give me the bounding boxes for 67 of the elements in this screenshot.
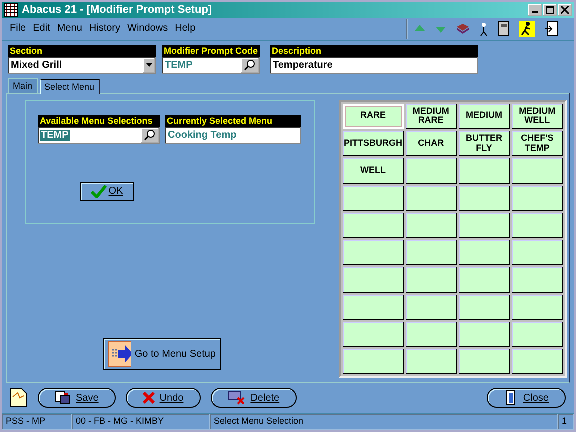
action-button[interactable]: Undo: [126, 388, 201, 408]
field-label: Currently Selected Menu: [165, 114, 301, 127]
exit-door-icon[interactable]: [544, 20, 560, 37]
menu-item[interactable]: Menu: [57, 23, 82, 34]
menu-item[interactable]: Edit: [33, 23, 50, 34]
abacus-icon: [4, 2, 18, 17]
window-close-button[interactable]: [558, 4, 572, 16]
menu-item-button[interactable]: BUTTER FLY: [458, 131, 510, 156]
delete-icon: [228, 391, 246, 406]
menu-item-button[interactable]: CHEF'S TEMP: [512, 131, 563, 156]
menu-item-button[interactable]: PITTSBURGH: [343, 131, 404, 156]
field-label: Available Menu Selections: [38, 114, 160, 127]
door-icon: [504, 390, 518, 406]
action-button[interactable]: Delete: [210, 388, 297, 408]
document-icon[interactable]: [10, 388, 28, 408]
dropdown-arrow-icon[interactable]: [146, 63, 152, 68]
empty-grid-button[interactable]: [343, 322, 404, 347]
input-field[interactable]: Cooking Temp: [165, 126, 301, 144]
minimize-button[interactable]: [528, 4, 542, 16]
calculator-icon[interactable]: [498, 20, 510, 37]
status-cell: PSS - MP: [2, 414, 72, 430]
action-button[interactable]: Save: [38, 388, 116, 408]
menu-item[interactable]: History: [89, 23, 120, 34]
empty-grid-button[interactable]: [343, 212, 404, 238]
window-title: Abacus 21 - [Modifier Prompt Setup]: [22, 4, 214, 16]
input-field[interactable]: Mixed Grill: [8, 56, 156, 74]
close-icon: [561, 6, 569, 14]
menu-item-button[interactable]: MEDIUM WELL: [512, 104, 563, 130]
field-label: Section: [8, 44, 156, 57]
empty-grid-button[interactable]: [343, 186, 404, 211]
input-field[interactable]: TEMP: [162, 56, 260, 74]
search-icon[interactable]: [244, 59, 256, 72]
x-icon: [142, 392, 155, 404]
figure-icon[interactable]: [479, 22, 489, 36]
empty-grid-button[interactable]: [343, 294, 404, 320]
maximize-icon: [546, 6, 554, 14]
menu-item-button[interactable]: RARE: [343, 104, 404, 130]
menu-item-button[interactable]: MEDIUM RARE: [406, 104, 457, 130]
status-cell: Select Menu Selection: [210, 414, 558, 430]
minimize-icon: [532, 11, 538, 14]
menu-item-button[interactable]: CHAR: [406, 131, 457, 156]
go-to-menu-setup-button[interactable]: Go to Menu Setup: [103, 338, 221, 370]
input-field[interactable]: TEMP: [38, 126, 160, 144]
empty-grid-button[interactable]: [343, 349, 404, 374]
field-label: Modifier Prompt Code: [162, 44, 260, 57]
menu-item[interactable]: Windows: [128, 23, 168, 34]
floppy-icon: [55, 391, 71, 406]
empty-grid-button[interactable]: [343, 267, 404, 292]
search-icon[interactable]: [144, 129, 156, 142]
menu-item-button[interactable]: WELL: [343, 158, 404, 184]
running-man-icon[interactable]: [519, 20, 535, 37]
status-cell: 1: [558, 414, 574, 430]
status-cell: 00 - FB - MG - KIMBY: [72, 414, 210, 430]
input-field[interactable]: Temperature: [270, 56, 478, 74]
field-label: Description: [270, 44, 478, 57]
arrow-right-icon: [108, 341, 131, 368]
checkmark-icon: [90, 184, 107, 198]
menu-item[interactable]: Help: [175, 23, 196, 34]
book-icon[interactable]: [456, 22, 470, 35]
close-button[interactable]: Close: [487, 388, 566, 408]
menu-item[interactable]: File: [10, 23, 26, 34]
empty-grid-button[interactable]: [343, 240, 404, 266]
tab[interactable]: Select Menu: [40, 78, 100, 94]
ok-button[interactable]: OK: [80, 182, 134, 201]
tab[interactable]: Main: [8, 78, 38, 93]
menu-item-button[interactable]: MEDIUM: [458, 104, 510, 130]
maximize-button[interactable]: [543, 4, 557, 16]
